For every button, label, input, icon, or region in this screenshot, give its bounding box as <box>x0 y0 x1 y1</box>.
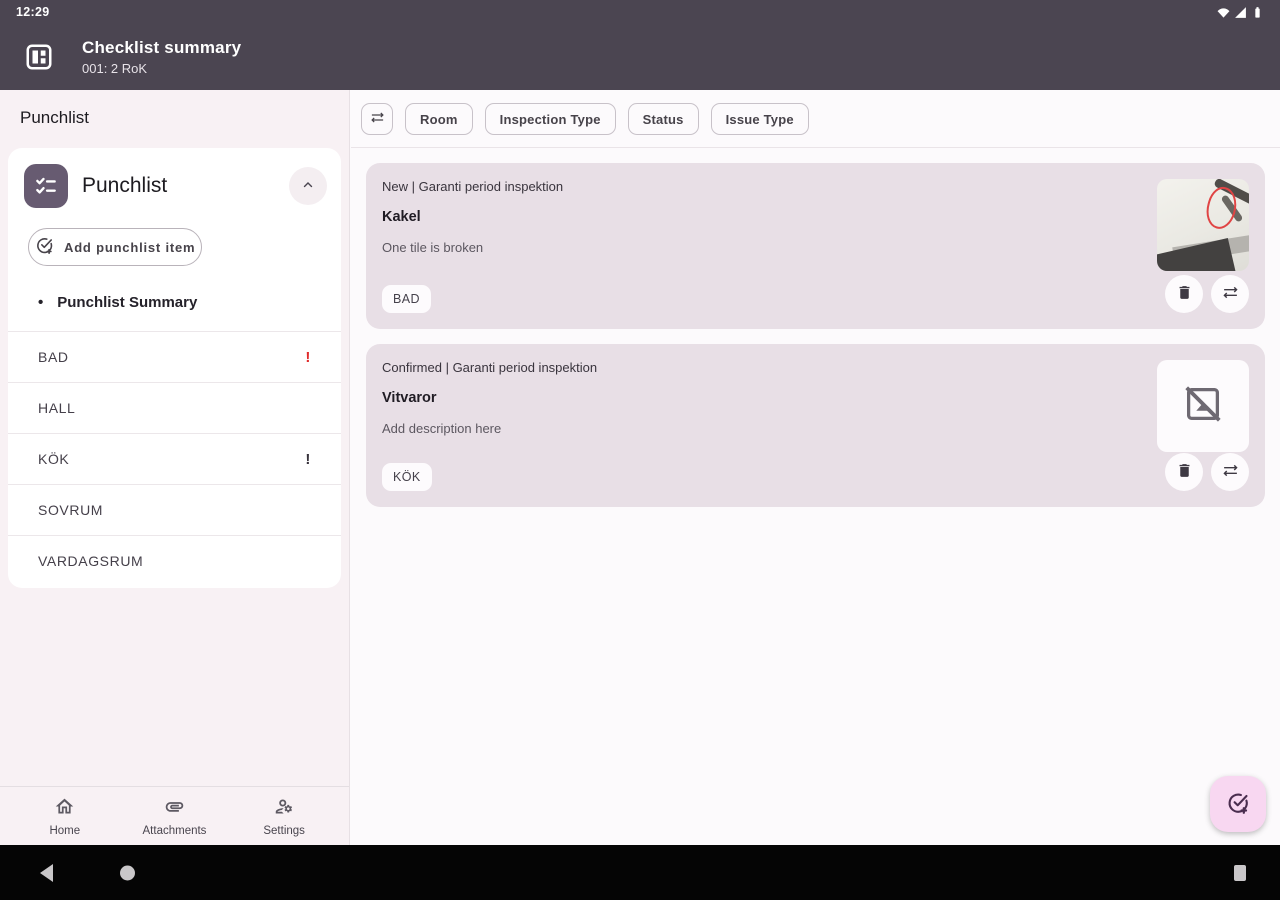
app-bar-titles: Checklist summary 001: 2 RoK <box>82 38 241 76</box>
bullet-icon: • <box>38 294 44 311</box>
status-time: 12:29 <box>16 5 50 19</box>
page-subtitle: 001: 2 RoK <box>82 61 148 76</box>
divider <box>351 147 1280 148</box>
item-description: Add description here <box>382 421 502 436</box>
manage-accounts-icon <box>274 796 295 822</box>
room-label: HALL <box>38 400 76 416</box>
transfer-item-button[interactable] <box>1211 453 1249 491</box>
room-row-sovrum[interactable]: SOVRUM <box>8 485 341 536</box>
card-text-column: Confirmed | Garanti period inspektion Vi… <box>382 360 1154 491</box>
room-label: KÖK <box>38 451 70 467</box>
no-image-placeholder[interactable] <box>1157 360 1249 452</box>
trash-icon <box>1176 284 1193 304</box>
item-title: Vitvaror <box>382 390 437 406</box>
status-icons <box>1217 6 1264 19</box>
add-punchlist-item-label: Add punchlist item <box>64 239 196 255</box>
item-status: New | Garanti period inspektion <box>382 179 564 194</box>
punchlist-panel-title: Punchlist <box>82 174 168 197</box>
item-room-chip[interactable]: BAD <box>382 285 431 313</box>
android-navigation-bar <box>0 845 1280 900</box>
battery-icon <box>1251 6 1264 19</box>
cell-signal-icon <box>1234 6 1247 19</box>
add-punchlist-item-button[interactable]: Add punchlist item <box>28 228 203 266</box>
punchlist-panel: Punchlist Add punchlist item • Punchlist… <box>8 148 341 588</box>
page-title: Checklist summary <box>82 38 242 57</box>
item-title: Kakel <box>382 209 421 225</box>
app-screen: 12:29 Checklist summary 001: 2 RoK Punch… <box>0 0 1280 900</box>
swap-arrows-icon <box>1222 284 1239 304</box>
room-row-hall[interactable]: HALL <box>8 383 341 434</box>
issue-photo-thumbnail[interactable] <box>1157 179 1249 271</box>
wifi-icon <box>1217 6 1230 19</box>
attachment-icon <box>164 796 185 822</box>
delete-item-button[interactable] <box>1165 275 1203 313</box>
card-media-column <box>1154 360 1249 491</box>
app-bar: Checklist summary 001: 2 RoK <box>0 24 1280 90</box>
punchlist-item-card[interactable]: New | Garanti period inspektion Kakel On… <box>366 163 1265 329</box>
nav-label: Home <box>49 824 81 837</box>
top-header: 12:29 Checklist summary 001: 2 RoK <box>0 0 1280 90</box>
nav-item-home[interactable]: Home <box>30 796 100 837</box>
sidebar: Punchlist Punchlist Add punchlist item •… <box>0 90 350 845</box>
filter-chip-row: Room Inspection Type Status Issue Type <box>351 90 1280 138</box>
android-recents-button[interactable] <box>1234 864 1246 881</box>
filter-chip-inspection-type[interactable]: Inspection Type <box>484 103 616 135</box>
sidebar-heading: Punchlist <box>20 108 89 127</box>
alert-badge: ! <box>305 450 311 468</box>
item-status: Confirmed | Garanti period inspektion <box>382 360 598 375</box>
room-list: BAD ! HALL KÖK ! SOVRUM VARDAGSRUM <box>8 331 341 586</box>
collapse-punchlist-button[interactable] <box>289 167 327 205</box>
filter-chip-issue-type[interactable]: Issue Type <box>710 103 809 135</box>
card-actions <box>1165 275 1249 313</box>
punchlist-summary-link[interactable]: • Punchlist Summary <box>8 270 341 331</box>
checklist-icon <box>24 164 68 208</box>
transfer-item-button[interactable] <box>1211 275 1249 313</box>
alert-badge: ! <box>305 348 311 366</box>
nav-label: Settings <box>263 824 305 837</box>
filter-chip-room[interactable]: Room <box>405 103 473 135</box>
card-text-column: New | Garanti period inspektion Kakel On… <box>382 179 1154 313</box>
room-label: BAD <box>38 349 69 365</box>
item-description: One tile is broken <box>382 240 484 255</box>
main-content: Room Inspection Type Status Issue Type N… <box>351 90 1280 845</box>
chevron-up-icon <box>301 178 315 195</box>
item-room-chip[interactable]: KÖK <box>382 463 432 491</box>
room-label: VARDAGSRUM <box>38 553 144 569</box>
room-label: SOVRUM <box>38 502 104 518</box>
nav-item-settings[interactable]: Settings <box>249 796 319 837</box>
bottom-navigation: Home Attachments Settings <box>0 786 349 845</box>
nav-item-attachments[interactable]: Attachments <box>139 796 209 837</box>
add-task-icon <box>1226 791 1250 818</box>
dashboard-icon[interactable] <box>24 42 54 72</box>
sort-filter-icon <box>370 110 385 128</box>
room-row-kok[interactable]: KÖK ! <box>8 434 341 485</box>
add-punchlist-item-fab[interactable] <box>1210 776 1266 832</box>
card-actions <box>1165 453 1249 491</box>
swap-arrows-icon <box>1222 462 1239 482</box>
status-bar: 12:29 <box>0 0 1280 24</box>
trash-icon <box>1176 462 1193 482</box>
room-row-vardagsrum[interactable]: VARDAGSRUM <box>8 536 341 586</box>
home-icon <box>54 796 75 822</box>
punchlist-summary-label: Punchlist Summary <box>57 294 198 311</box>
sort-filter-chip[interactable] <box>361 103 393 135</box>
room-row-bad[interactable]: BAD ! <box>8 332 341 383</box>
punchlist-panel-header: Punchlist <box>8 148 341 220</box>
android-home-button[interactable] <box>120 865 135 880</box>
filter-chip-status[interactable]: Status <box>627 103 699 135</box>
punchlist-item-card[interactable]: Confirmed | Garanti period inspektion Vi… <box>366 344 1265 507</box>
delete-item-button[interactable] <box>1165 453 1203 491</box>
android-back-button[interactable] <box>40 863 53 882</box>
no-image-icon <box>1180 381 1226 432</box>
nav-label: Attachments <box>142 824 207 837</box>
card-media-column <box>1154 179 1249 313</box>
add-task-icon <box>35 236 54 258</box>
